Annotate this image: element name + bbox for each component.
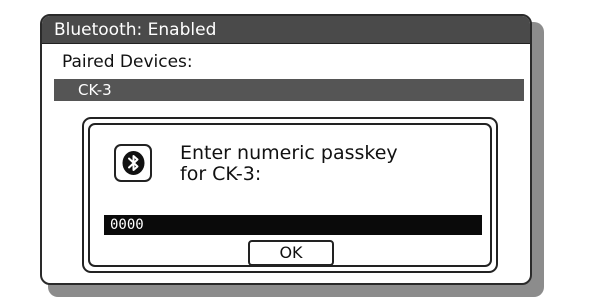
passkey-dialog-frame: Enter numeric passkey for CK-3: 0000 OK bbox=[88, 123, 492, 267]
bluetooth-icon bbox=[114, 144, 152, 182]
ok-button[interactable]: OK bbox=[248, 240, 334, 266]
passkey-input[interactable]: 0000 bbox=[104, 215, 482, 235]
passkey-prompt-line2: for CK-3: bbox=[180, 163, 262, 185]
bluetooth-window: Bluetooth: Enabled Paired Devices: CK-3 … bbox=[40, 14, 532, 285]
window-title: Bluetooth: Enabled bbox=[42, 16, 530, 44]
paired-devices-label: Paired Devices: bbox=[62, 52, 193, 72]
passkey-prompt: Enter numeric passkey for CK-3: bbox=[180, 143, 398, 185]
bluetooth-icon-graphic bbox=[122, 151, 145, 175]
passkey-prompt-line1: Enter numeric passkey bbox=[180, 142, 398, 164]
passkey-dialog: Enter numeric passkey for CK-3: 0000 OK bbox=[82, 117, 498, 273]
paired-device-item[interactable]: CK-3 bbox=[54, 79, 524, 101]
